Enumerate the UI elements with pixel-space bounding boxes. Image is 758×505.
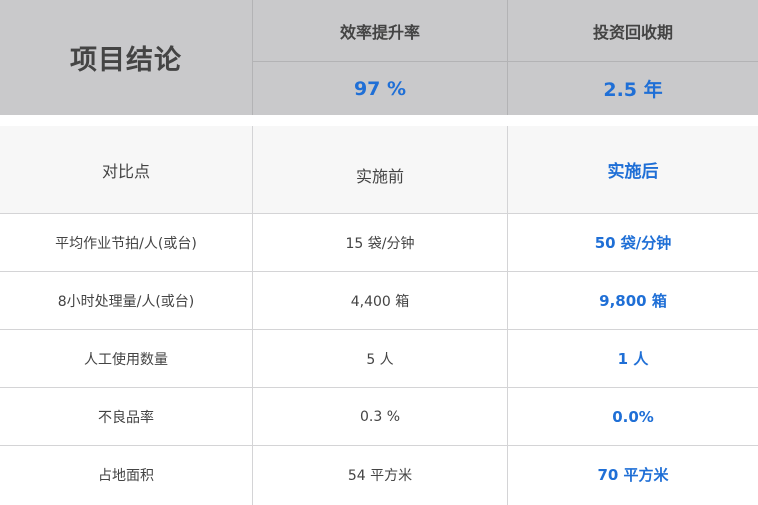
- payback-period-label: 投资回收期: [592, 22, 673, 42]
- row-point: 8小时处理量/人(或台): [57, 293, 195, 310]
- row-divider: [0, 387, 758, 388]
- comparison-table: 对比点 实施前 实施后 平均作业节拍/人(或台) 15 袋/分钟 50 袋/分钟…: [0, 126, 758, 505]
- efficiency-rate-label: 效率提升率: [339, 22, 420, 42]
- efficiency-rate-value: 97 %: [353, 77, 407, 100]
- row-divider: [0, 445, 758, 446]
- row-after: 70 平方米: [597, 466, 669, 484]
- column-divider: [507, 126, 508, 505]
- row-before: 0.3 %: [359, 408, 401, 425]
- project-conclusion-panel: 项目结论 效率提升率 投资回收期 97 % 2.5 年: [0, 0, 758, 115]
- row-before: 5 人: [366, 351, 394, 368]
- row-after: 0.0%: [612, 407, 654, 426]
- table-row: 人工使用数量 5 人 1 人: [0, 330, 758, 387]
- column-divider: [252, 126, 253, 505]
- row-divider: [0, 213, 758, 214]
- row-point: 人工使用数量: [84, 351, 168, 368]
- row-point: 不良品率: [98, 409, 154, 426]
- row-point: 平均作业节拍/人(或台): [55, 235, 197, 252]
- row-after: 1 人: [617, 350, 649, 368]
- row-before: 4,400 箱: [350, 293, 410, 310]
- header-before: 实施前: [355, 166, 404, 186]
- header-comparison-point: 对比点: [101, 161, 150, 181]
- table-row: 不良品率 0.3 % 0.0%: [0, 388, 758, 445]
- row-before: 54 平方米: [347, 467, 413, 484]
- header-after: 实施后: [607, 162, 659, 182]
- row-point: 占地面积: [98, 467, 154, 484]
- payback-period-value: 2.5 年: [603, 79, 663, 101]
- comparison-header-row: 对比点 实施前 实施后: [0, 126, 758, 213]
- table-row: 8小时处理量/人(或台) 4,400 箱 9,800 箱: [0, 272, 758, 329]
- row-before: 15 袋/分钟: [345, 235, 415, 252]
- table-row: 平均作业节拍/人(或台) 15 袋/分钟 50 袋/分钟: [0, 214, 758, 271]
- project-conclusion-title: 项目结论: [70, 45, 182, 76]
- row-after: 50 袋/分钟: [594, 234, 672, 252]
- section-gap: [0, 115, 758, 126]
- table-row: 占地面积 54 平方米 70 平方米: [0, 446, 758, 503]
- row-divider: [0, 329, 758, 330]
- row-after: 9,800 箱: [599, 292, 667, 310]
- row-divider: [0, 271, 758, 272]
